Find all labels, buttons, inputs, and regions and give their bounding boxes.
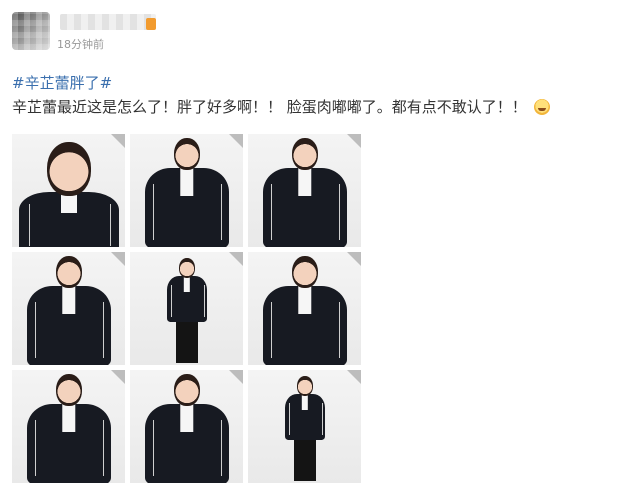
photo-thumbnail[interactable] xyxy=(248,134,361,247)
vip-badge-icon xyxy=(146,18,156,30)
black-jacket xyxy=(144,168,229,247)
photo-thumbnail[interactable] xyxy=(12,252,125,365)
person-figure xyxy=(262,252,347,365)
photo-thumbnail[interactable] xyxy=(130,134,243,247)
person-figure xyxy=(18,134,119,247)
post-header: 18分钟前 xyxy=(10,8,310,52)
person-figure xyxy=(144,370,229,483)
corner-fold-icon xyxy=(229,252,243,266)
corner-fold-icon xyxy=(111,370,125,384)
corner-fold-icon xyxy=(347,134,361,148)
photo-grid xyxy=(12,134,361,484)
head xyxy=(46,142,91,196)
photo-thumbnail[interactable] xyxy=(248,252,361,365)
black-jacket xyxy=(26,404,111,483)
corner-fold-icon xyxy=(347,252,361,266)
username-blurred[interactable] xyxy=(60,14,156,30)
legs xyxy=(175,322,198,363)
hashtag-link[interactable]: #辛芷蕾胖了# xyxy=(12,72,112,93)
black-jacket xyxy=(284,394,325,440)
photo-thumbnail[interactable] xyxy=(130,370,243,483)
head xyxy=(178,258,195,278)
person-figure xyxy=(284,370,325,483)
head xyxy=(55,374,82,406)
black-jacket xyxy=(26,286,111,365)
legs xyxy=(293,440,316,481)
head xyxy=(173,138,200,170)
photo-thumbnail[interactable] xyxy=(12,134,125,247)
black-jacket xyxy=(144,404,229,483)
corner-fold-icon xyxy=(229,370,243,384)
post-text: 辛芷蕾最近这是怎么了！胖了好多啊！！ 脸蛋肉嘟嘟了。都有点不敢认了！！ xyxy=(12,96,628,117)
black-jacket xyxy=(166,276,207,322)
black-jacket xyxy=(262,286,347,365)
corner-fold-icon xyxy=(229,134,243,148)
corner-fold-icon xyxy=(347,370,361,384)
laugh-cry-emoji-icon xyxy=(533,99,550,115)
person-figure xyxy=(26,370,111,483)
person-figure xyxy=(262,134,347,247)
black-jacket xyxy=(18,192,119,247)
corner-fold-icon xyxy=(111,252,125,266)
head xyxy=(55,256,82,288)
weibo-post: 18分钟前 #辛芷蕾胖了# 辛芷蕾最近这是怎么了！胖了好多啊！！ 脸蛋肉嘟嘟了。… xyxy=(0,0,640,492)
photo-thumbnail[interactable] xyxy=(130,252,243,365)
head xyxy=(173,374,200,406)
person-figure xyxy=(26,252,111,365)
head xyxy=(291,256,318,288)
person-figure xyxy=(144,134,229,247)
head xyxy=(291,138,318,170)
person-figure xyxy=(166,252,207,365)
post-time[interactable]: 18分钟前 xyxy=(57,36,104,52)
black-jacket xyxy=(262,168,347,247)
photo-thumbnail[interactable] xyxy=(248,370,361,483)
photo-thumbnail[interactable] xyxy=(12,370,125,483)
post-text-content: 辛芷蕾最近这是怎么了！胖了好多啊！！ 脸蛋肉嘟嘟了。都有点不敢认了！！ xyxy=(12,98,527,116)
head xyxy=(296,376,313,396)
avatar[interactable] xyxy=(12,12,50,50)
